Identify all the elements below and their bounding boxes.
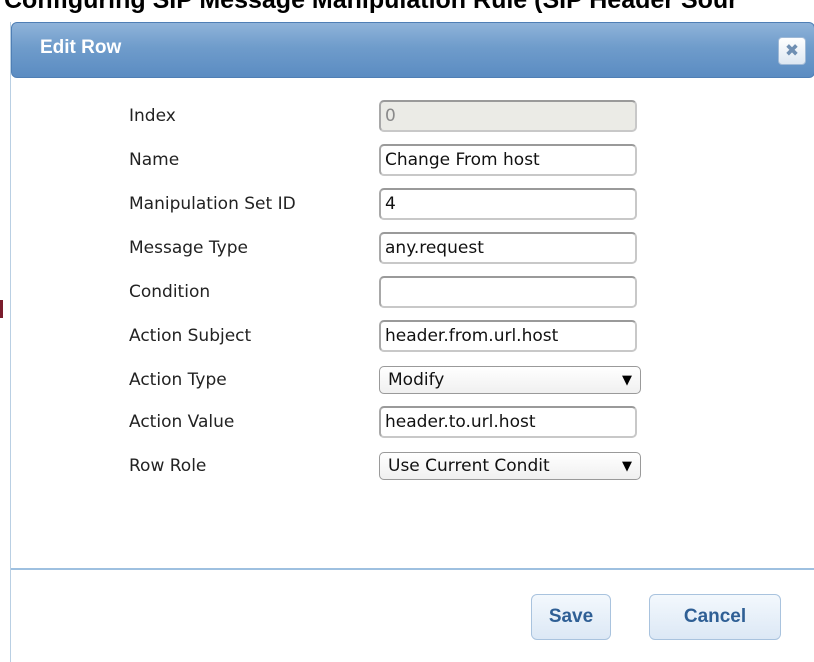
dropdown-arrow-icon: ▼ bbox=[622, 459, 632, 474]
form-row-action-subject: Action Subject header.from.url.host bbox=[11, 320, 814, 356]
row-role-value: Use Current Condit bbox=[388, 456, 550, 476]
close-button[interactable]: ✖ bbox=[778, 37, 806, 65]
form-row-index: Index 0 bbox=[11, 100, 814, 136]
background-page-heading: Configuring SIP Message Manipulation Rul… bbox=[4, 0, 738, 14]
form-row-action-type: Action Type Modify ▼ bbox=[11, 364, 814, 400]
action-subject-label: Action Subject bbox=[129, 326, 252, 346]
name-label: Name bbox=[129, 150, 180, 170]
message-type-field[interactable]: any.request bbox=[379, 232, 637, 264]
index-label: Index bbox=[129, 106, 176, 126]
action-type-label: Action Type bbox=[129, 370, 227, 390]
form-row-row-role: Row Role Use Current Condit ▼ bbox=[11, 450, 814, 486]
manipulation-set-id-field[interactable]: 4 bbox=[379, 188, 637, 220]
close-icon: ✖ bbox=[784, 40, 800, 61]
action-value-field[interactable]: header.to.url.host bbox=[379, 406, 637, 438]
action-type-value: Modify bbox=[388, 370, 445, 390]
name-field[interactable]: Change From host bbox=[379, 144, 637, 176]
row-role-select[interactable]: Use Current Condit ▼ bbox=[379, 452, 641, 480]
form-row-name: Name Change From host bbox=[11, 144, 814, 180]
background-edge-mark bbox=[0, 300, 3, 318]
form-row-action-value: Action Value header.to.url.host bbox=[11, 406, 814, 442]
manipulation-set-id-label: Manipulation Set ID bbox=[129, 194, 296, 214]
row-role-label: Row Role bbox=[129, 456, 207, 476]
dialog-titlebar[interactable]: Edit Row ✖ bbox=[11, 22, 814, 78]
message-type-label: Message Type bbox=[129, 238, 248, 258]
cancel-button[interactable]: Cancel bbox=[649, 594, 781, 640]
form-row-message-type: Message Type any.request bbox=[11, 232, 814, 268]
action-type-select[interactable]: Modify ▼ bbox=[379, 366, 641, 394]
condition-label: Condition bbox=[129, 282, 211, 302]
form-row-manipulation-set-id: Manipulation Set ID 4 bbox=[11, 188, 814, 224]
save-button[interactable]: Save bbox=[531, 594, 611, 640]
action-subject-field[interactable]: header.from.url.host bbox=[379, 320, 637, 352]
condition-field[interactable] bbox=[379, 276, 637, 308]
action-value-label: Action Value bbox=[129, 412, 235, 432]
index-field: 0 bbox=[379, 100, 637, 132]
edit-row-dialog: Edit Row ✖ Index 0 Name Change From host… bbox=[10, 22, 814, 662]
dropdown-arrow-icon: ▼ bbox=[622, 373, 632, 388]
footer-divider bbox=[11, 568, 814, 570]
form-row-condition: Condition bbox=[11, 276, 814, 312]
dialog-title: Edit Row bbox=[40, 37, 122, 58]
